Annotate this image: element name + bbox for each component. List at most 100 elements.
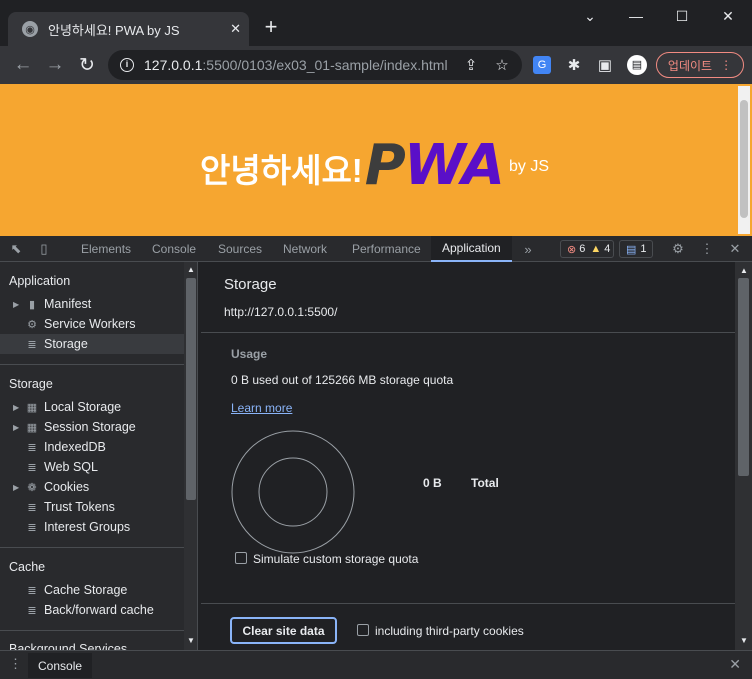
sidebar-item-label: Local Storage bbox=[44, 400, 122, 414]
site-info-icon[interactable]: i bbox=[120, 58, 134, 72]
sidebar-item-label: Storage bbox=[44, 337, 88, 351]
scroll-down-arrow-icon[interactable]: ▼ bbox=[740, 636, 748, 645]
usage-header: Usage bbox=[231, 347, 268, 361]
section-divider bbox=[0, 547, 184, 548]
tab-search-button[interactable]: ⌄ bbox=[567, 0, 613, 32]
section-header-cache: Cache bbox=[9, 560, 46, 574]
learn-more-link[interactable]: Learn more bbox=[231, 401, 292, 415]
reload-button[interactable]: ↻ bbox=[74, 52, 100, 78]
sidebar-scrollbar-thumb[interactable] bbox=[186, 278, 196, 500]
update-button[interactable]: 업데이트 ⋮ bbox=[656, 52, 744, 78]
sidebar-item-manifest[interactable]: ▶ ▮ Manifest bbox=[0, 294, 184, 314]
scroll-down-arrow-icon[interactable]: ▼ bbox=[187, 636, 195, 645]
section-divider bbox=[0, 630, 184, 631]
back-button[interactable]: ← bbox=[10, 52, 36, 78]
new-tab-button[interactable]: + bbox=[259, 16, 283, 40]
extensions-icon[interactable]: ✱ bbox=[563, 54, 585, 76]
issues-count-value: 1 bbox=[640, 243, 647, 255]
page-viewport: 안녕하세요! PWA by JS bbox=[0, 84, 752, 236]
share-icon[interactable]: ⇪ bbox=[460, 54, 482, 76]
expand-arrow-icon[interactable]: ▶ bbox=[13, 423, 19, 432]
grid-icon: ▦ bbox=[26, 401, 38, 414]
sidebar-item-cache-storage[interactable]: ≣ Cache Storage bbox=[0, 580, 184, 600]
devtools-tabbar: ⬉ ▯ Elements Console Sources Network Per… bbox=[0, 236, 752, 262]
bookmark-star-icon[interactable]: ☆ bbox=[491, 54, 513, 76]
sidebar-item-cookies[interactable]: ▶ ❁ Cookies bbox=[0, 477, 184, 497]
maximize-button[interactable]: ☐ bbox=[659, 0, 705, 32]
panel-scrollbar[interactable]: ▲ ▼ bbox=[735, 262, 752, 650]
page-scrollbar[interactable] bbox=[738, 86, 750, 234]
sidebar-item-label: Manifest bbox=[44, 297, 92, 311]
issues-icon: ▤ bbox=[626, 243, 637, 256]
sidebar-item-indexeddb[interactable]: ≣ IndexedDB bbox=[0, 437, 184, 457]
pie-inner-ring bbox=[258, 457, 328, 527]
minimize-button[interactable]: — bbox=[613, 0, 659, 32]
sidebar-item-session-storage[interactable]: ▶ ▦ Session Storage bbox=[0, 417, 184, 437]
sidebar-item-storage[interactable]: ≣ Storage bbox=[0, 334, 184, 354]
sidebar-item-label: Cookies bbox=[44, 480, 90, 494]
close-devtools-icon[interactable]: ✕ bbox=[726, 240, 744, 258]
pwa-logo-w: W bbox=[403, 133, 464, 198]
profile-avatar-icon[interactable]: ▤ bbox=[626, 54, 648, 76]
close-window-button[interactable]: ✕ bbox=[705, 0, 751, 32]
database-icon: ≣ bbox=[27, 521, 37, 534]
origin-url: http://127.0.0.1:5500/ bbox=[224, 305, 338, 319]
page-hero: 안녕하세요! PWA by JS bbox=[200, 138, 549, 194]
sidebar-item-interest-groups[interactable]: ≣ Interest Groups bbox=[0, 517, 184, 537]
devtools-menu-icon[interactable]: ⋮ bbox=[698, 240, 716, 258]
browser-tab[interactable]: ◉ 안녕하세요! PWA by JS ✕ bbox=[8, 12, 249, 46]
drawer-menu-icon[interactable]: ⋮ bbox=[9, 656, 22, 672]
drawer-tab-console[interactable]: Console bbox=[28, 653, 93, 678]
expand-arrow-icon[interactable]: ▶ bbox=[13, 300, 19, 309]
page-scrollbar-thumb[interactable] bbox=[740, 100, 748, 218]
section-header-background-services: Background Services bbox=[9, 642, 128, 650]
quota-text: 0 B used out of 125266 MB storage quota bbox=[231, 373, 454, 387]
byline: by JS bbox=[508, 158, 549, 175]
tab-network[interactable]: Network bbox=[283, 236, 327, 262]
section-header-storage: Storage bbox=[9, 377, 53, 391]
sidebar-item-label: Back/forward cache bbox=[44, 603, 154, 617]
simulate-quota-checkbox[interactable] bbox=[235, 552, 247, 564]
tab-close-icon[interactable]: ✕ bbox=[230, 21, 241, 37]
database-icon: ≣ bbox=[27, 461, 37, 474]
settings-gear-icon[interactable]: ⚙ bbox=[669, 240, 687, 258]
close-drawer-icon[interactable]: ✕ bbox=[729, 656, 741, 673]
update-label: 업데이트 bbox=[667, 58, 713, 73]
expand-arrow-icon[interactable]: ▶ bbox=[13, 403, 19, 412]
database-icon: ≣ bbox=[27, 338, 37, 351]
translate-icon[interactable]: G bbox=[531, 54, 553, 76]
sidebar-item-service-workers[interactable]: ⚙ Service Workers bbox=[0, 314, 184, 334]
clear-site-data-button[interactable]: Clear site data bbox=[230, 617, 337, 644]
sidebar-scrollbar[interactable]: ▲ ▼ bbox=[184, 262, 197, 650]
devtools-drawer: ⋮ Console ✕ bbox=[0, 650, 752, 679]
panel-scrollbar-thumb[interactable] bbox=[738, 278, 749, 476]
device-toolbar-icon[interactable]: ▯ bbox=[35, 240, 53, 258]
scroll-up-arrow-icon[interactable]: ▲ bbox=[740, 266, 748, 275]
tab-elements[interactable]: Elements bbox=[81, 236, 131, 262]
sidebar-item-local-storage[interactable]: ▶ ▦ Local Storage bbox=[0, 397, 184, 417]
expand-arrow-icon[interactable]: ▶ bbox=[13, 483, 19, 492]
sidebar-item-label: Service Workers bbox=[44, 317, 136, 331]
issues-count[interactable]: ▤ 1 bbox=[619, 240, 653, 258]
database-icon: ≣ bbox=[27, 604, 37, 617]
panel-title: Storage bbox=[224, 276, 277, 293]
sidebar-item-web-sql[interactable]: ≣ Web SQL bbox=[0, 457, 184, 477]
third-party-cookies-checkbox[interactable] bbox=[357, 624, 369, 636]
forward-button[interactable]: → bbox=[42, 52, 68, 78]
tab-sources[interactable]: Sources bbox=[218, 236, 262, 262]
pwa-logo-a: A bbox=[461, 133, 505, 198]
usage-pie-chart bbox=[231, 430, 355, 554]
total-label: Total bbox=[471, 476, 499, 490]
scroll-up-arrow-icon[interactable]: ▲ bbox=[187, 265, 195, 274]
tab-console[interactable]: Console bbox=[152, 236, 196, 262]
sidebar-item-trust-tokens[interactable]: ≣ Trust Tokens bbox=[0, 497, 184, 517]
more-tabs-icon[interactable]: » bbox=[519, 240, 537, 258]
inspect-element-icon[interactable]: ⬉ bbox=[7, 240, 25, 258]
warning-count: 4 bbox=[604, 243, 611, 255]
tab-performance[interactable]: Performance bbox=[352, 236, 421, 262]
console-counts[interactable]: ⊗ 6 ▲ 4 bbox=[560, 240, 614, 258]
side-panel-icon[interactable]: ▣ bbox=[594, 54, 616, 76]
tab-application[interactable]: Application bbox=[431, 236, 512, 262]
simulate-quota-label: Simulate custom storage quota bbox=[253, 552, 419, 566]
sidebar-item-back-forward-cache[interactable]: ≣ Back/forward cache bbox=[0, 600, 184, 620]
